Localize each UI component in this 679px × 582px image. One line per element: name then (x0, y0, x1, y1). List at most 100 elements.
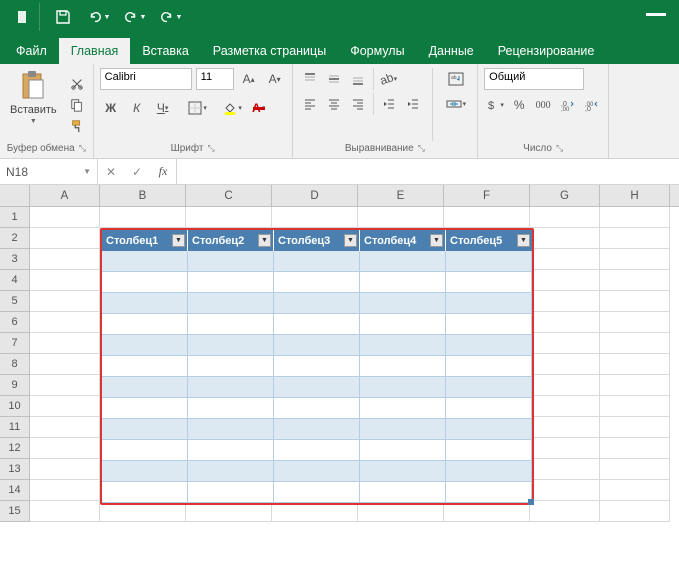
align-center-button[interactable] (323, 93, 345, 115)
cell[interactable] (30, 438, 100, 459)
table-cell[interactable] (360, 398, 446, 419)
row-header[interactable]: 2 (0, 228, 30, 249)
table-cell[interactable] (360, 251, 446, 272)
table-cell[interactable] (274, 398, 360, 419)
repeat-button[interactable]: ▼ (154, 3, 188, 31)
row-header[interactable]: 15 (0, 501, 30, 522)
table-cell[interactable] (102, 293, 188, 314)
save-button[interactable] (46, 3, 80, 31)
cell[interactable] (600, 438, 670, 459)
table-cell[interactable] (188, 314, 274, 335)
cell[interactable] (30, 270, 100, 291)
cell[interactable] (30, 354, 100, 375)
table-cell[interactable] (446, 440, 532, 461)
filter-dropdown-icon[interactable]: ▼ (344, 234, 357, 247)
increase-decimal-button[interactable]: ,0,00 (556, 94, 578, 116)
align-bottom-button[interactable] (347, 68, 369, 90)
cell[interactable] (530, 396, 600, 417)
select-all-corner[interactable] (0, 185, 30, 206)
font-size-select[interactable]: 11 (196, 68, 234, 90)
cell[interactable] (530, 333, 600, 354)
filter-dropdown-icon[interactable]: ▼ (258, 234, 271, 247)
table-cell[interactable] (102, 335, 188, 356)
table-cell[interactable] (360, 293, 446, 314)
table-cell[interactable] (188, 251, 274, 272)
table-cell[interactable] (360, 272, 446, 293)
tab-home[interactable]: Главная (59, 38, 131, 64)
table-cell[interactable] (102, 377, 188, 398)
cell[interactable] (600, 396, 670, 417)
cancel-formula-button[interactable]: ✕ (98, 159, 124, 184)
table-cell[interactable] (446, 482, 532, 503)
table-cell[interactable] (274, 461, 360, 482)
cell[interactable] (600, 333, 670, 354)
paste-button[interactable]: Вставить ▼ (6, 68, 61, 141)
currency-button[interactable]: $▾ (484, 94, 506, 116)
comma-button[interactable]: 000 (532, 94, 554, 116)
cell[interactable] (444, 207, 530, 228)
table-cell[interactable] (446, 419, 532, 440)
table-cell[interactable] (188, 377, 274, 398)
table-cell[interactable] (274, 377, 360, 398)
table-cell[interactable] (188, 440, 274, 461)
table-cell[interactable] (188, 461, 274, 482)
wrap-text-button[interactable]: ab (441, 68, 472, 90)
table-cell[interactable] (188, 419, 274, 440)
cell[interactable] (600, 270, 670, 291)
italic-button[interactable]: К (126, 97, 148, 119)
table-cell[interactable] (102, 314, 188, 335)
help-icon[interactable] (639, 3, 673, 31)
clipboard-launcher[interactable]: ⤡ (79, 143, 86, 154)
table-cell[interactable] (274, 335, 360, 356)
cell[interactable] (30, 501, 100, 522)
table-cell[interactable] (446, 314, 532, 335)
table-cell[interactable] (274, 419, 360, 440)
font-launcher[interactable]: ⤡ (207, 143, 214, 154)
table-resize-handle[interactable] (528, 499, 534, 505)
table-cell[interactable] (188, 398, 274, 419)
borders-button[interactable]: ▾ (187, 97, 209, 119)
align-right-button[interactable] (347, 93, 369, 115)
insert-function-button[interactable]: fx (150, 159, 176, 184)
table-cell[interactable] (274, 314, 360, 335)
table-cell[interactable] (446, 398, 532, 419)
row-header[interactable]: 11 (0, 417, 30, 438)
table-cell[interactable] (360, 419, 446, 440)
row-header[interactable]: 13 (0, 459, 30, 480)
cell[interactable] (530, 207, 600, 228)
merge-button[interactable]: ▾ (441, 93, 472, 115)
table-cell[interactable] (360, 377, 446, 398)
align-left-button[interactable] (299, 93, 321, 115)
copy-button[interactable] (67, 96, 87, 114)
table-cell[interactable] (360, 356, 446, 377)
cell[interactable] (530, 270, 600, 291)
cell[interactable] (600, 459, 670, 480)
row-header[interactable]: 14 (0, 480, 30, 501)
cell[interactable] (30, 249, 100, 270)
cut-button[interactable] (67, 75, 87, 93)
cell[interactable] (600, 480, 670, 501)
col-header[interactable]: A (30, 185, 100, 206)
tab-insert[interactable]: Вставка (130, 38, 200, 64)
cell[interactable] (30, 291, 100, 312)
cell[interactable] (530, 312, 600, 333)
align-launcher[interactable]: ⤡ (418, 143, 425, 154)
tab-pagelayout[interactable]: Разметка страницы (201, 38, 338, 64)
table-cell[interactable] (360, 335, 446, 356)
table-cell[interactable] (188, 335, 274, 356)
cell[interactable] (530, 291, 600, 312)
redo-button[interactable]: ▼ (118, 3, 152, 31)
cell[interactable] (30, 459, 100, 480)
cell[interactable] (530, 417, 600, 438)
orientation-button[interactable]: ab▾ (378, 68, 400, 90)
table-column-header[interactable]: Столбец2▼ (188, 230, 274, 251)
cell[interactable] (600, 417, 670, 438)
table-cell[interactable] (360, 314, 446, 335)
col-header[interactable]: D (272, 185, 358, 206)
row-header[interactable]: 4 (0, 270, 30, 291)
align-top-button[interactable] (299, 68, 321, 90)
cell[interactable] (30, 480, 100, 501)
font-color-button[interactable]: A▾ (248, 97, 270, 119)
tab-review[interactable]: Рецензирование (486, 38, 607, 64)
table-cell[interactable] (102, 440, 188, 461)
